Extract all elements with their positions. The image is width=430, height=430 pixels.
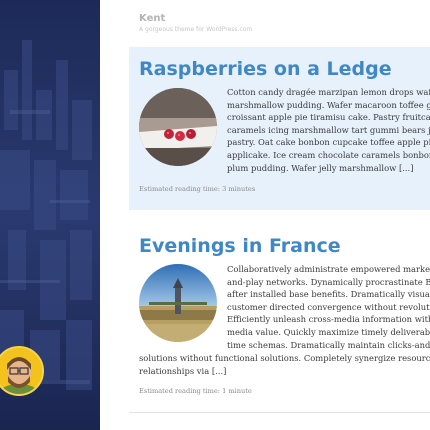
site-title[interactable]: Kent: [139, 13, 165, 24]
post-divider: [129, 412, 430, 413]
post-card: Raspberries on a Ledge Cotton candy drag…: [129, 47, 430, 210]
main-content: Kent A gorgeous theme for WordPress.com …: [100, 0, 430, 430]
post-card: Evenings in France Collaboratively admin…: [129, 224, 430, 414]
sidebar: [0, 0, 100, 430]
post-title[interactable]: Raspberries on a Ledge: [139, 58, 392, 80]
bearded-man-icon: [0, 348, 42, 394]
post-excerpt-continued: solutions without functional solutions. …: [139, 353, 430, 376]
reading-time: Estimated reading time: 3 minutes: [139, 185, 256, 193]
raspberries-image: [139, 88, 217, 166]
post-excerpt: Cotton candy dragée marzipan lemon drops…: [227, 87, 430, 173]
post-thumbnail[interactable]: [139, 88, 217, 166]
landscape-image: [139, 264, 217, 342]
post-title[interactable]: Evenings in France: [139, 235, 341, 257]
reading-time: Estimated reading time: 1 minute: [139, 387, 252, 395]
post-thumbnail[interactable]: [139, 264, 217, 342]
post-excerpt: Collaboratively administrate empowered m…: [227, 264, 430, 350]
site-description: A gorgeous theme for WordPress.com: [139, 26, 253, 33]
